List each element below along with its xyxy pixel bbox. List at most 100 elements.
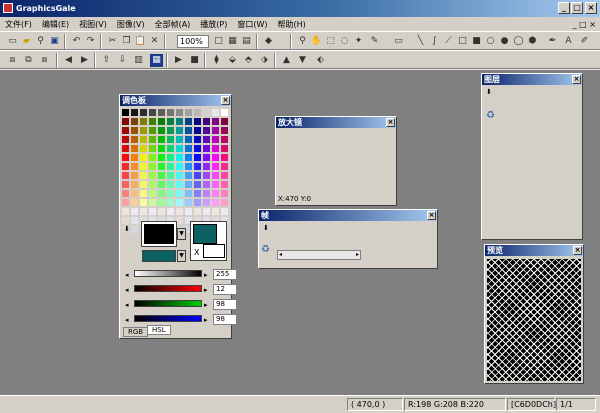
palette-cell[interactable] bbox=[148, 144, 157, 153]
palette-cell[interactable] bbox=[193, 171, 202, 180]
prev-icon[interactable]: ◀ bbox=[62, 54, 75, 67]
right-arrow-icon[interactable]: ▸ bbox=[204, 271, 208, 279]
copy-icon[interactable]: ❐ bbox=[120, 35, 133, 48]
palette-cell[interactable] bbox=[166, 171, 175, 180]
close-icon[interactable]: × bbox=[427, 211, 436, 220]
zoom-icon[interactable]: ⚲ bbox=[34, 35, 47, 48]
palette-cell[interactable] bbox=[157, 153, 166, 162]
play-icon[interactable]: ▶ bbox=[172, 54, 185, 67]
selection-icon[interactable]: ▭ bbox=[392, 35, 405, 48]
palette-cell[interactable] bbox=[184, 162, 193, 171]
palette-cell[interactable] bbox=[121, 180, 130, 189]
palette-cell[interactable] bbox=[193, 153, 202, 162]
down-icon[interactable]: ▼ bbox=[296, 54, 309, 67]
palette-cell[interactable] bbox=[175, 162, 184, 171]
palette-cell[interactable] bbox=[220, 207, 229, 216]
right-arrow-icon[interactable]: ▸ bbox=[356, 251, 359, 258]
palette-cell[interactable] bbox=[202, 171, 211, 180]
left-arrow-icon[interactable]: ◂ bbox=[125, 316, 129, 324]
up-icon[interactable]: ▲ bbox=[280, 54, 293, 67]
palette-cell[interactable] bbox=[202, 198, 211, 207]
palette-cell[interactable] bbox=[148, 135, 157, 144]
right-arrow-icon[interactable]: ▸ bbox=[204, 316, 208, 324]
cut-icon[interactable]: ✂ bbox=[106, 35, 119, 48]
left-arrow-icon[interactable]: ◂ bbox=[125, 286, 129, 294]
palette-cell[interactable] bbox=[148, 207, 157, 216]
palette-cell[interactable] bbox=[220, 144, 229, 153]
menu-window[interactable]: 窗口(W) bbox=[232, 19, 272, 30]
palette-cell[interactable] bbox=[157, 180, 166, 189]
palette-cell[interactable] bbox=[148, 108, 157, 117]
open-icon[interactable]: ▰ bbox=[20, 35, 33, 48]
layer-del-icon[interactable]: ⬗ bbox=[258, 54, 271, 67]
palette-cell[interactable] bbox=[130, 126, 139, 135]
palette-cell[interactable] bbox=[139, 135, 148, 144]
dropdown-icon[interactable]: ▼ bbox=[177, 250, 186, 262]
palette-cell[interactable] bbox=[130, 207, 139, 216]
palette-cell[interactable] bbox=[157, 189, 166, 198]
palette-cell[interactable] bbox=[220, 189, 229, 198]
palette-cell[interactable] bbox=[139, 108, 148, 117]
palette-cell[interactable] bbox=[220, 135, 229, 144]
palette-cell[interactable] bbox=[166, 198, 175, 207]
curve-icon[interactable]: ∫ bbox=[428, 35, 441, 48]
palette-cell[interactable] bbox=[157, 108, 166, 117]
palette-cell[interactable] bbox=[121, 126, 130, 135]
palette-cell[interactable] bbox=[202, 108, 211, 117]
properties-icon[interactable]: ▥ bbox=[132, 54, 145, 67]
palette-cell[interactable] bbox=[220, 198, 229, 207]
palette-cell[interactable] bbox=[175, 198, 184, 207]
grid-icon[interactable]: ▦ bbox=[226, 35, 239, 48]
palette-cell[interactable] bbox=[139, 144, 148, 153]
palette-cell[interactable] bbox=[121, 117, 130, 126]
palette-cell[interactable] bbox=[175, 144, 184, 153]
palette-cell[interactable] bbox=[148, 162, 157, 171]
palette-cell[interactable] bbox=[193, 108, 202, 117]
palette-cell[interactable] bbox=[211, 153, 220, 162]
text-icon[interactable]: A bbox=[562, 35, 575, 48]
palette-cell[interactable] bbox=[184, 108, 193, 117]
palette-cell[interactable] bbox=[148, 180, 157, 189]
palette-cell[interactable] bbox=[139, 162, 148, 171]
palette-cell[interactable] bbox=[121, 198, 130, 207]
search-icon[interactable]: ⚲ bbox=[296, 35, 309, 48]
palette-cell[interactable] bbox=[166, 108, 175, 117]
rect-icon[interactable]: □ bbox=[456, 35, 469, 48]
dropdown-icon[interactable]: ▼ bbox=[177, 228, 186, 240]
red-slider[interactable] bbox=[134, 285, 202, 292]
palette-cell[interactable] bbox=[130, 144, 139, 153]
palette-cell[interactable] bbox=[157, 135, 166, 144]
palette-cell[interactable] bbox=[130, 198, 139, 207]
color-grid[interactable] bbox=[121, 108, 231, 234]
palette-cell[interactable] bbox=[184, 198, 193, 207]
layer-merge-icon[interactable]: ⬘ bbox=[242, 54, 255, 67]
palette-cell[interactable] bbox=[220, 162, 229, 171]
palette-cell[interactable] bbox=[130, 153, 139, 162]
green-value[interactable]: 98 bbox=[213, 299, 237, 310]
tab-hsl[interactable]: HSL bbox=[147, 325, 171, 335]
circle-fill-icon[interactable]: ● bbox=[498, 35, 511, 48]
palette-cell[interactable] bbox=[157, 126, 166, 135]
palette-cell[interactable] bbox=[211, 126, 220, 135]
close-icon[interactable]: × bbox=[386, 118, 395, 127]
pen-icon[interactable]: ✎ bbox=[368, 35, 381, 48]
close-icon[interactable]: × bbox=[572, 75, 581, 84]
palette-cell[interactable] bbox=[202, 189, 211, 198]
palette-cell[interactable] bbox=[211, 171, 220, 180]
red-value[interactable]: 12 bbox=[213, 284, 237, 295]
download-icon[interactable]: ⬇ bbox=[263, 224, 269, 232]
select-rect-icon[interactable]: ⬚ bbox=[324, 35, 337, 48]
palette-cell[interactable] bbox=[202, 126, 211, 135]
palette-cell[interactable] bbox=[121, 162, 130, 171]
palette-cell[interactable] bbox=[175, 189, 184, 198]
palette-cell[interactable] bbox=[139, 171, 148, 180]
export-icon[interactable]: ⇪ bbox=[100, 54, 113, 67]
palette-cell[interactable] bbox=[175, 216, 184, 225]
palette-cell[interactable] bbox=[211, 180, 220, 189]
palette-cell[interactable] bbox=[211, 117, 220, 126]
fill-icon[interactable]: ⬢ bbox=[526, 35, 539, 48]
palette-cell[interactable] bbox=[175, 171, 184, 180]
fg-color-swatch[interactable] bbox=[193, 224, 217, 244]
palette-cell[interactable] bbox=[211, 135, 220, 144]
palette-cell[interactable] bbox=[148, 117, 157, 126]
